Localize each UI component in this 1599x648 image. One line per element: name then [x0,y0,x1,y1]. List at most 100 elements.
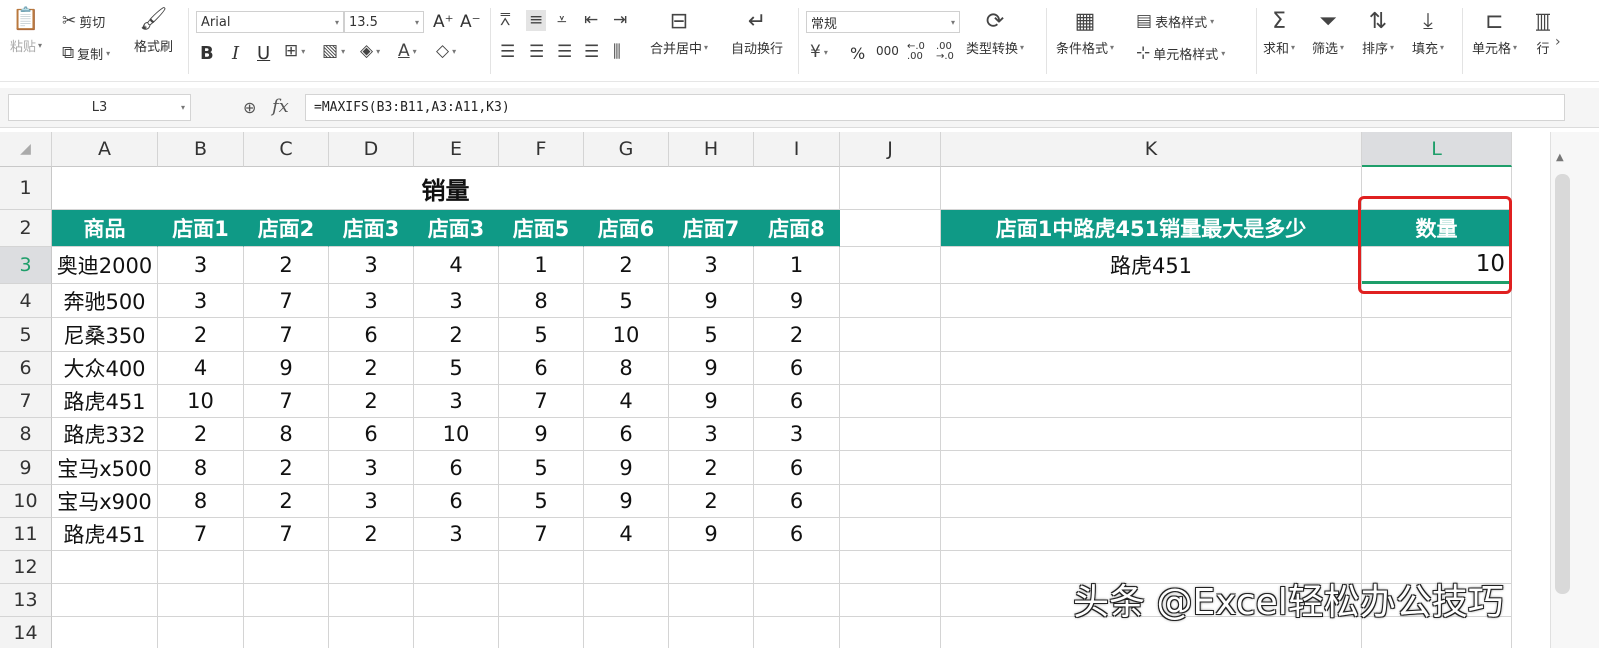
data-cell[interactable]: 3 [329,247,414,284]
header-cell[interactable]: 商品 [52,210,158,247]
data-cell[interactable]: 3 [414,385,499,418]
cell[interactable] [941,385,1362,418]
justify-button[interactable]: ☰ [584,44,599,61]
cell[interactable] [499,551,584,584]
column-header-F[interactable]: F [499,132,584,167]
cell[interactable] [754,617,840,648]
increase-decimal-button[interactable]: ←.0.00 [907,42,925,62]
data-cell[interactable]: 3 [329,485,414,518]
paste-button[interactable]: 📋 粘贴 ▾ [10,8,42,56]
data-cell[interactable]: 2 [158,318,244,352]
cell[interactable] [244,617,329,648]
data-cell[interactable]: 7 [244,518,329,551]
sort-button[interactable]: ⇅ 排序 ▾ [1362,10,1394,58]
data-cell[interactable]: 3 [329,451,414,485]
cell[interactable] [158,551,244,584]
data-cell[interactable]: 10 [158,385,244,418]
wrap-text-button[interactable]: ↵ 自动换行 [731,10,783,58]
column-header-H[interactable]: H [669,132,754,167]
copy-button[interactable]: ⧉ 复制 ▾ [62,44,110,64]
header-cell[interactable]: 店面2 [244,210,329,247]
increase-font-button[interactable]: A⁺ [433,12,454,32]
cell[interactable] [941,518,1362,551]
data-cell[interactable]: 尼桑350 [52,318,158,352]
cell[interactable] [1362,318,1512,352]
data-cell[interactable]: 7 [244,318,329,352]
cell[interactable] [584,584,669,617]
header-cell[interactable]: 店面5 [499,210,584,247]
cell[interactable] [244,584,329,617]
cell-button[interactable]: ⊏ 单元格 ▾ [1472,10,1517,58]
data-cell[interactable]: 9 [669,352,754,385]
indent-increase-button[interactable]: ⇥ [613,12,627,29]
table-title[interactable]: 销量 [52,167,840,210]
data-cell[interactable]: 7 [499,518,584,551]
row-header-13[interactable]: 13 [0,584,52,617]
data-cell[interactable]: 1 [754,247,840,284]
data-cell[interactable]: 6 [584,418,669,451]
data-cell[interactable]: 8 [499,284,584,318]
align-middle-button[interactable]: ≡ [526,10,547,31]
data-cell[interactable]: 宝马x900 [52,485,158,518]
data-cell[interactable]: 路虎332 [52,418,158,451]
data-cell[interactable]: 宝马x500 [52,451,158,485]
font-size-select[interactable]: 13.5 ▾ [344,11,424,33]
data-cell[interactable]: 6 [754,451,840,485]
cell[interactable] [329,584,414,617]
cell[interactable] [329,617,414,648]
cell[interactable] [840,418,941,451]
zoom-icon[interactable]: ⊕ [243,98,256,117]
ribbon-scroll-right[interactable]: › [1552,0,1599,82]
column-header-L[interactable]: L [1362,132,1512,167]
filter-button[interactable]: ⏷ 筛选 ▾ [1312,10,1344,58]
cell[interactable] [158,617,244,648]
data-cell[interactable]: 1 [499,247,584,284]
thousands-button[interactable]: 000 [876,44,899,58]
percent-button[interactable]: % [850,44,865,63]
cell[interactable] [754,551,840,584]
fill-button[interactable]: ⤓ 填充 ▾ [1412,10,1444,58]
cell[interactable] [941,352,1362,385]
fill-color-button[interactable]: ◈ ▾ [360,43,380,60]
data-cell[interactable]: 9 [244,352,329,385]
data-cell[interactable]: 7 [499,385,584,418]
row-header-6[interactable]: 6 [0,352,52,385]
number-format-select[interactable]: 常规 ▾ [806,11,960,33]
row-header-11[interactable]: 11 [0,518,52,551]
cell[interactable] [329,551,414,584]
column-header-G[interactable]: G [584,132,669,167]
data-cell[interactable]: 奔驰500 [52,284,158,318]
indent-decrease-button[interactable]: ⇤ [584,12,598,29]
cell[interactable] [941,485,1362,518]
data-cell[interactable]: 2 [329,352,414,385]
data-cell[interactable]: 3 [414,518,499,551]
scrollbar-thumb[interactable] [1555,174,1570,594]
data-cell[interactable]: 6 [329,418,414,451]
align-top-button[interactable]: ⩞ [500,12,510,29]
data-cell[interactable]: 2 [329,518,414,551]
criteria-cell[interactable]: 路虎451 [941,247,1362,284]
row-header-9[interactable]: 9 [0,451,52,485]
row-header-4[interactable]: 4 [0,284,52,318]
data-cell[interactable]: 2 [584,247,669,284]
column-header-I[interactable]: I [754,132,840,167]
cell-style-button[interactable]: ⊹ 单元格样式 ▾ [1136,44,1225,64]
table-style-button[interactable]: ▤ 表格样式 ▾ [1136,12,1214,32]
data-cell[interactable]: 8 [158,485,244,518]
data-cell[interactable]: 2 [669,485,754,518]
align-bottom-button[interactable]: ⩡ [557,12,567,29]
answer-cell[interactable]: 10 [1362,247,1512,284]
data-cell[interactable]: 5 [499,451,584,485]
clear-button[interactable]: ◇ ▾ [436,43,456,60]
cell[interactable] [52,617,158,648]
cell[interactable] [1362,167,1512,210]
cell[interactable] [754,584,840,617]
row-header-1[interactable]: 1 [0,167,52,210]
cell[interactable] [840,551,941,584]
cell[interactable] [840,167,941,210]
row-col-button[interactable]: ▥ 行 [1536,10,1550,57]
align-left-button[interactable]: ☰ [500,44,515,61]
align-right-button[interactable]: ☰ [557,44,572,61]
data-cell[interactable]: 4 [158,352,244,385]
underline-button[interactable]: U [257,43,270,64]
